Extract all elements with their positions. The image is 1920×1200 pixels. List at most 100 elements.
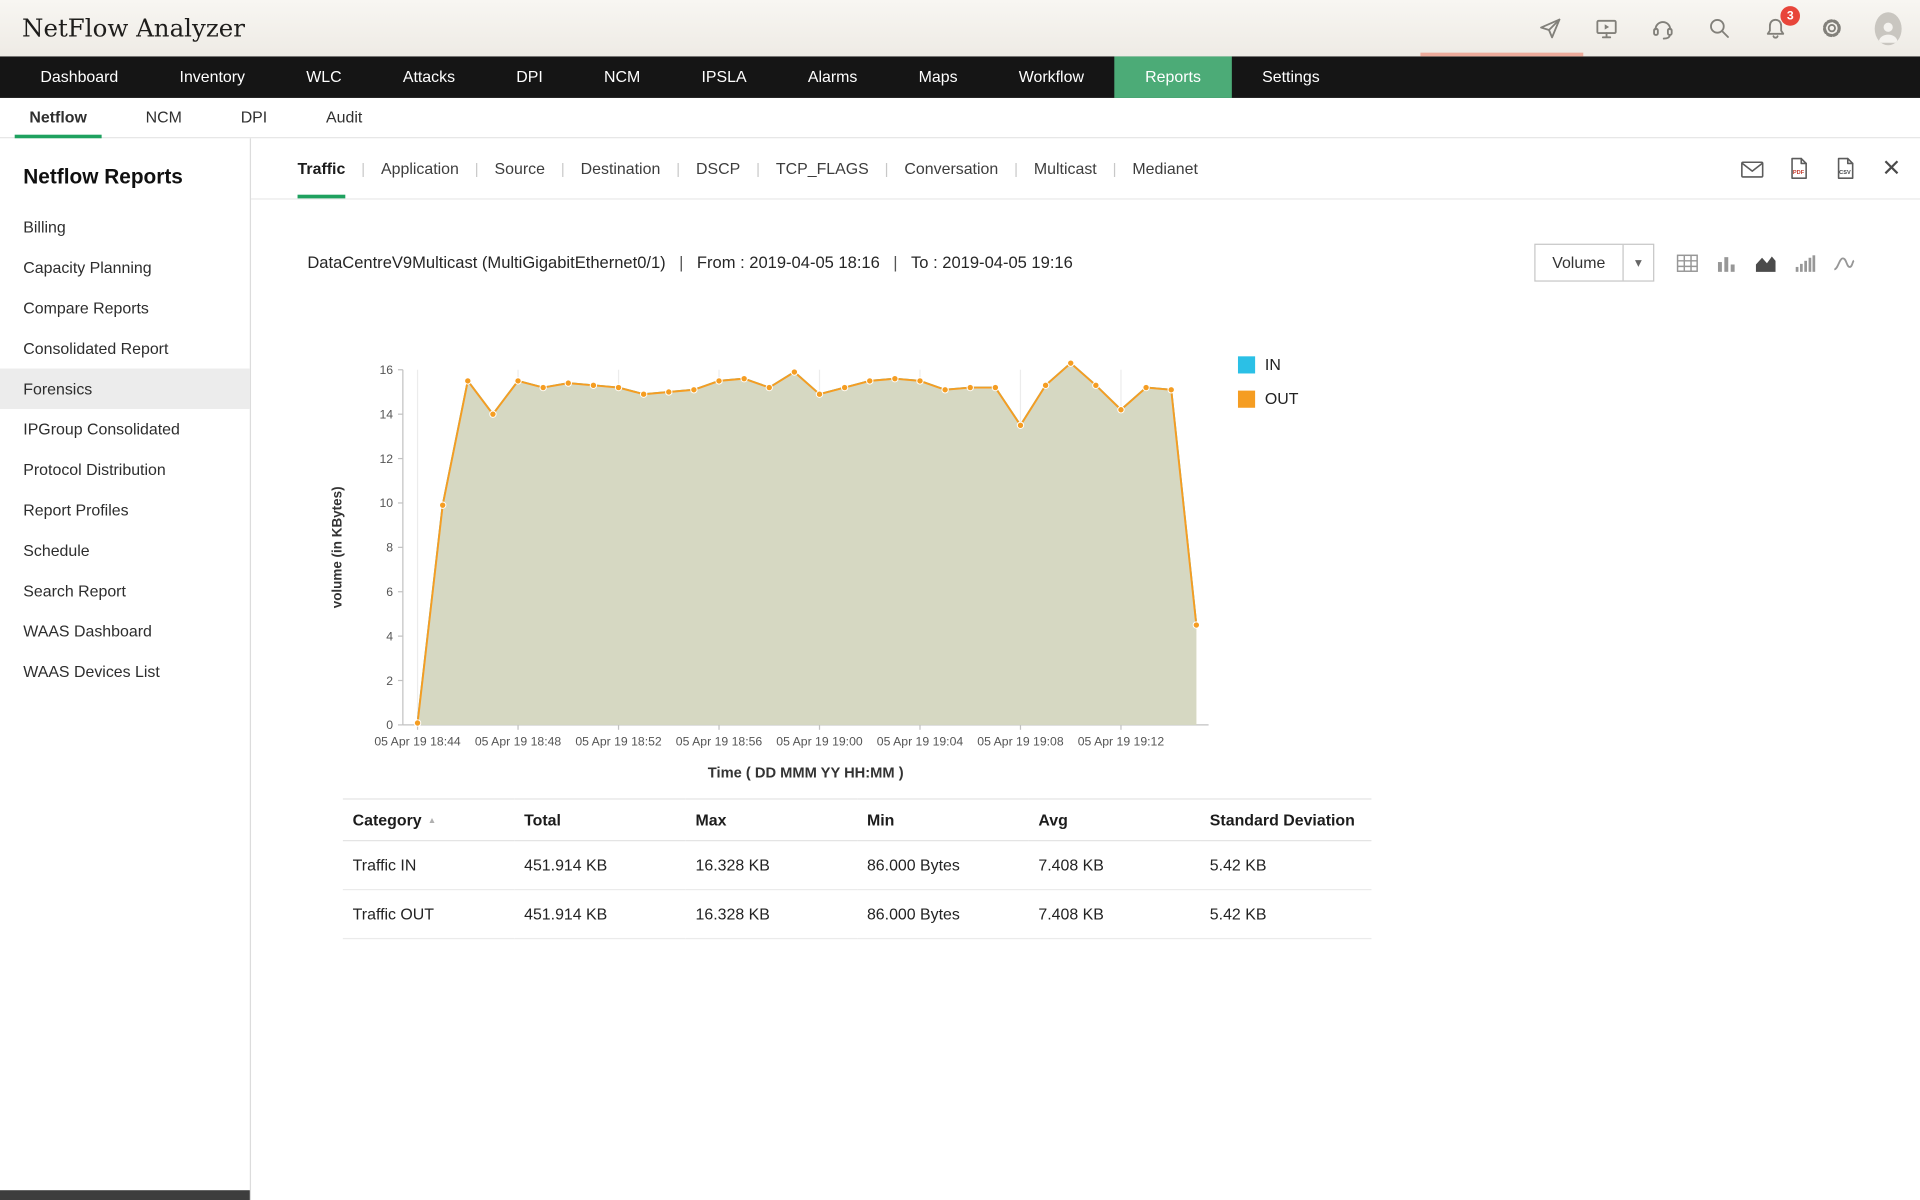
column-chart-icon[interactable] — [1794, 253, 1816, 273]
svg-text:10: 10 — [379, 496, 393, 510]
nav-item-wlc[interactable]: WLC — [276, 56, 373, 98]
nav-item-dashboard[interactable]: Dashboard — [10, 56, 149, 98]
top-header: NetFlow Analyzer 3 — [0, 0, 1920, 56]
sidebar-item-waas-devices-list[interactable]: WAAS Devices List — [0, 651, 250, 691]
avatar — [1875, 12, 1902, 45]
sort-ascending-icon[interactable]: ▲ — [428, 817, 436, 826]
table-view-icon[interactable] — [1676, 253, 1698, 273]
legend-item-out[interactable]: OUT — [1238, 389, 1299, 407]
subnav-tab-netflow[interactable]: Netflow — [0, 98, 116, 137]
table-cell: 16.328 KB — [686, 890, 857, 939]
nav-item-maps[interactable]: Maps — [888, 56, 988, 98]
legend-item-in[interactable]: IN — [1238, 355, 1299, 373]
dropdown-caret-icon: ▾ — [1622, 245, 1653, 281]
launch-icon[interactable] — [1537, 15, 1564, 42]
column-header-avg[interactable]: Avg — [1029, 799, 1200, 841]
report-tabs: Traffic|Application|Source|Destination|D… — [298, 138, 1198, 198]
header-accent-line — [1420, 53, 1583, 57]
sidebar-item-protocol-distribution[interactable]: Protocol Distribution — [0, 449, 250, 489]
sidebar-item-forensics[interactable]: Forensics — [0, 369, 250, 409]
report-tab-conversation[interactable]: Conversation — [904, 138, 998, 198]
svg-text:05 Apr 19 18:48: 05 Apr 19 18:48 — [475, 735, 562, 749]
column-header-total[interactable]: Total — [514, 799, 685, 841]
content-layout: Netflow Reports BillingCapacity Planning… — [0, 138, 1920, 1200]
svg-text:05 Apr 19 19:08: 05 Apr 19 19:08 — [977, 735, 1064, 749]
subnav-tab-audit[interactable]: Audit — [297, 98, 392, 137]
line-chart-icon[interactable] — [1833, 253, 1855, 273]
report-tab-traffic[interactable]: Traffic — [298, 138, 346, 198]
svg-text:4: 4 — [386, 629, 393, 643]
sidebar-item-waas-dashboard[interactable]: WAAS Dashboard — [0, 611, 250, 651]
nav-item-workflow[interactable]: Workflow — [988, 56, 1114, 98]
report-tab-tcp-flags[interactable]: TCP_FLAGS — [776, 138, 869, 198]
header-icon-bar: 3 — [1537, 15, 1902, 42]
area-chart-icon[interactable] — [1755, 253, 1777, 273]
svg-text:14: 14 — [379, 407, 393, 421]
nav-item-reports[interactable]: Reports — [1115, 56, 1232, 98]
table-cell: 86.000 Bytes — [857, 841, 1028, 890]
bar-chart-icon[interactable] — [1716, 253, 1738, 273]
column-header-label: Category — [353, 811, 422, 829]
column-header-standard-deviation[interactable]: Standard Deviation — [1200, 799, 1371, 841]
sidebar-item-report-profiles[interactable]: Report Profiles — [0, 490, 250, 530]
svg-text:05 Apr 19 19:00: 05 Apr 19 19:00 — [776, 735, 863, 749]
export-pdf-icon[interactable]: PDF — [1785, 154, 1814, 183]
sidebar-item-schedule[interactable]: Schedule — [0, 530, 250, 570]
column-header-category[interactable]: Category ▲ — [343, 799, 514, 841]
report-tab-dscp[interactable]: DSCP — [696, 138, 740, 198]
tab-separator: | — [885, 160, 889, 177]
metric-select-dropdown[interactable]: Volume ▾ — [1534, 244, 1654, 282]
notifications-icon[interactable]: 3 — [1762, 15, 1789, 42]
main-content: Traffic|Application|Source|Destination|D… — [251, 138, 1920, 1200]
export-csv-icon[interactable]: CSV — [1831, 154, 1860, 183]
table-cell: 5.42 KB — [1200, 890, 1371, 939]
column-header-label: Standard Deviation — [1210, 811, 1355, 829]
column-header-label: Min — [867, 811, 894, 829]
sidebar-item-billing[interactable]: Billing — [0, 207, 250, 247]
support-icon[interactable] — [1649, 15, 1676, 42]
column-header-min[interactable]: Min — [857, 799, 1028, 841]
chart-legend: IN OUT — [1238, 355, 1299, 424]
svg-text:05 Apr 19 18:56: 05 Apr 19 18:56 — [676, 735, 763, 749]
sidebar-footer-bar[interactable] — [0, 1190, 250, 1200]
training-video-icon[interactable] — [1593, 15, 1620, 42]
nav-item-dpi[interactable]: DPI — [486, 56, 574, 98]
sidebar-item-search-report[interactable]: Search Report — [0, 571, 250, 611]
nav-item-inventory[interactable]: Inventory — [149, 56, 276, 98]
table-cell: 86.000 Bytes — [857, 890, 1028, 939]
svg-text:16: 16 — [379, 363, 393, 377]
nav-item-attacks[interactable]: Attacks — [372, 56, 485, 98]
page: NetFlow Analyzer 3 — [0, 0, 1920, 1200]
email-icon[interactable] — [1738, 154, 1767, 183]
table-header-row: Category ▲ Total Max Min Avg Standard Deviatio… — [343, 799, 1372, 841]
table-cell: 7.408 KB — [1029, 890, 1200, 939]
svg-text:6: 6 — [386, 585, 393, 599]
column-header-label: Total — [524, 811, 561, 829]
report-tab-medianet[interactable]: Medianet — [1132, 138, 1197, 198]
nav-item-ncm[interactable]: NCM — [573, 56, 670, 98]
chart-type-toolbar — [1676, 253, 1855, 273]
column-header-max[interactable]: Max — [686, 799, 857, 841]
close-icon[interactable]: × — [1883, 153, 1901, 184]
report-tab-application[interactable]: Application — [381, 138, 459, 198]
svg-text:8: 8 — [386, 541, 393, 555]
subnav-tab-ncm[interactable]: NCM — [116, 98, 211, 137]
user-avatar-icon[interactable] — [1875, 15, 1902, 42]
sidebar-item-compare-reports[interactable]: Compare Reports — [0, 288, 250, 328]
sidebar-item-ipgroup-consolidated[interactable]: IPGroup Consolidated — [0, 409, 250, 449]
sidebar-item-consolidated-report[interactable]: Consolidated Report — [0, 328, 250, 368]
report-tab-source[interactable]: Source — [495, 138, 545, 198]
search-icon[interactable] — [1706, 15, 1733, 42]
nav-item-settings[interactable]: Settings — [1232, 56, 1351, 98]
sidebar-item-capacity-planning[interactable]: Capacity Planning — [0, 247, 250, 287]
table-cell: Traffic IN — [343, 841, 514, 890]
report-tab-multicast[interactable]: Multicast — [1034, 138, 1097, 198]
nav-item-ipsla[interactable]: IPSLA — [671, 56, 777, 98]
tab-separator: | — [1113, 160, 1117, 177]
subnav-tab-dpi[interactable]: DPI — [211, 98, 296, 137]
settings-gear-icon[interactable] — [1818, 15, 1845, 42]
sub-nav: NetflowNCMDPIAudit — [0, 98, 1920, 138]
nav-item-alarms[interactable]: Alarms — [777, 56, 888, 98]
report-controls: Volume ▾ — [1534, 244, 1855, 282]
report-tab-destination[interactable]: Destination — [581, 138, 661, 198]
